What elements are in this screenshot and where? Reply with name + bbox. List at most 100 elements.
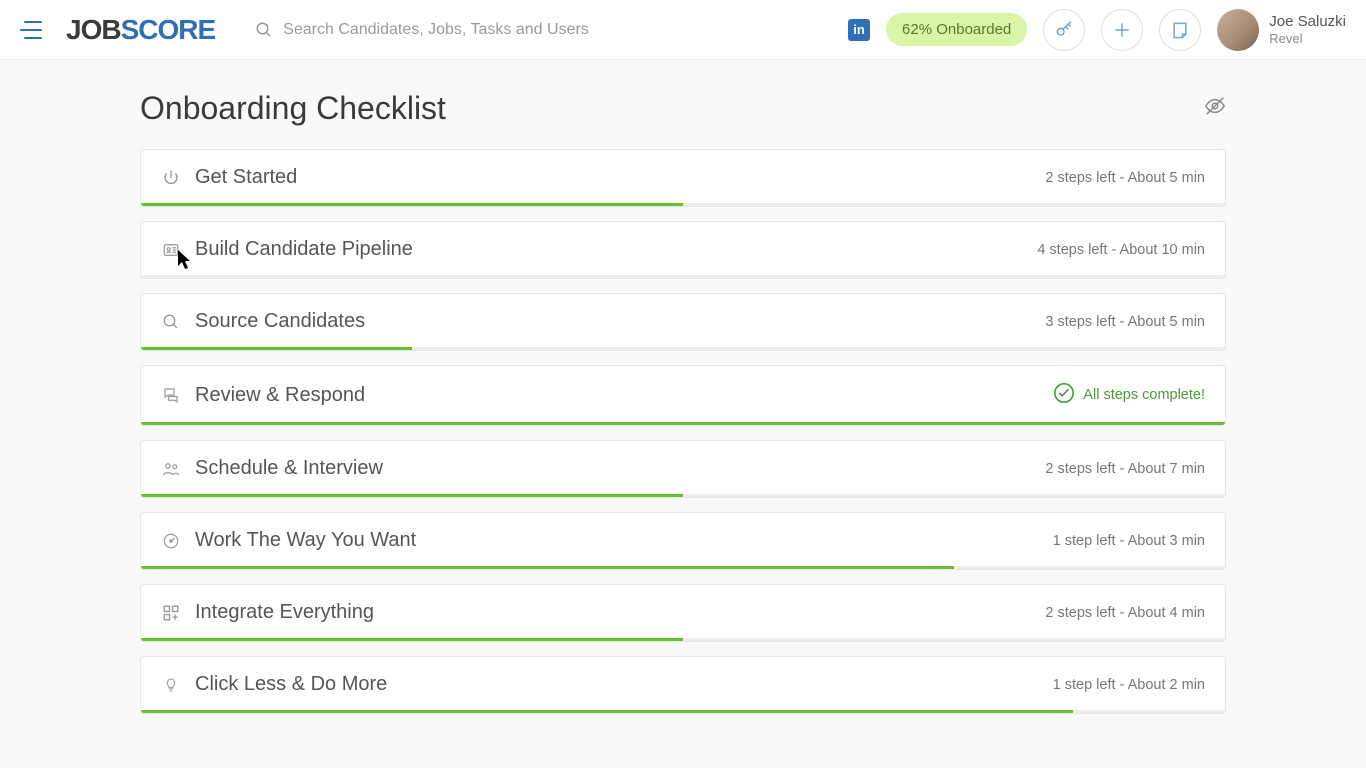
progress-fill bbox=[141, 494, 683, 497]
checklist: Get Started 2 steps left - About 5 min Bui… bbox=[140, 149, 1226, 714]
id-card-icon bbox=[161, 241, 181, 259]
progress-fill bbox=[141, 566, 954, 569]
checklist-item-title: Click Less & Do More bbox=[195, 673, 387, 696]
progress-track bbox=[141, 638, 1225, 641]
checklist-item-status-text: 4 steps left - About 10 min bbox=[1037, 242, 1205, 258]
progress-track bbox=[141, 710, 1225, 713]
user-text: Joe Saluzki Revel bbox=[1269, 13, 1346, 47]
add-button[interactable] bbox=[1101, 9, 1143, 51]
note-icon bbox=[1170, 20, 1190, 40]
progress-fill bbox=[141, 422, 1225, 425]
grid-icon bbox=[161, 604, 181, 622]
logo-text-b: SCORE bbox=[121, 14, 216, 45]
search-wrap bbox=[255, 21, 848, 39]
checklist-item-title: Work The Way You Want bbox=[195, 529, 416, 552]
checklist-item-title: Schedule & Interview bbox=[195, 457, 383, 480]
checklist-item-status-text: 3 steps left - About 5 min bbox=[1045, 314, 1205, 330]
checklist-item-left: Click Less & Do More bbox=[161, 673, 387, 696]
checklist-item[interactable]: Source Candidates 3 steps left - About 5 … bbox=[140, 293, 1226, 351]
checklist-item-left: Integrate Everything bbox=[161, 601, 374, 624]
checklist-item-title: Get Started bbox=[195, 166, 297, 189]
checklist-item-row: Get Started 2 steps left - About 5 min bbox=[141, 150, 1225, 203]
user-menu[interactable]: Joe Saluzki Revel bbox=[1217, 9, 1346, 51]
header-right: in 62% Onboarded Joe Saluzki Revel bbox=[848, 9, 1346, 51]
checklist-item-status: 2 steps left - About 5 min bbox=[1045, 170, 1205, 186]
visibility-toggle[interactable] bbox=[1204, 95, 1226, 122]
checklist-item-row: Schedule & Interview 2 steps left - About… bbox=[141, 441, 1225, 494]
checklist-item[interactable]: Work The Way You Want 1 step left - About… bbox=[140, 512, 1226, 570]
page-content: Onboarding Checklist Get Started 2 steps … bbox=[0, 60, 1366, 714]
checklist-item-status-text: 2 steps left - About 4 min bbox=[1045, 605, 1205, 621]
progress-track bbox=[141, 422, 1225, 425]
checklist-item-status-text: 1 step left - About 2 min bbox=[1053, 677, 1205, 693]
app-header: JOBSCORE in 62% Onboarded Joe Saluzki Re… bbox=[0, 0, 1366, 60]
checklist-item-status: 4 steps left - About 10 min bbox=[1037, 242, 1205, 258]
avatar bbox=[1217, 9, 1259, 51]
check-circle-icon bbox=[1053, 382, 1075, 408]
checklist-item-title: Review & Respond bbox=[195, 384, 365, 407]
progress-fill bbox=[141, 638, 683, 641]
checklist-item-title: Source Candidates bbox=[195, 310, 365, 333]
checklist-item-status: 3 steps left - About 5 min bbox=[1045, 314, 1205, 330]
checklist-item-row: Integrate Everything 2 steps left - About… bbox=[141, 585, 1225, 638]
checklist-item-left: Review & Respond bbox=[161, 384, 365, 407]
checklist-item-row: Work The Way You Want 1 step left - About… bbox=[141, 513, 1225, 566]
gauge-icon bbox=[161, 532, 181, 550]
checklist-item-title: Build Candidate Pipeline bbox=[195, 238, 413, 261]
power-icon bbox=[161, 169, 181, 187]
checklist-item-status-complete: All steps complete! bbox=[1053, 382, 1205, 408]
key-icon bbox=[1054, 20, 1074, 40]
checklist-item-row: Review & Respond All steps complete! bbox=[141, 366, 1225, 422]
key-button[interactable] bbox=[1043, 9, 1085, 51]
checklist-item-left: Build Candidate Pipeline bbox=[161, 238, 413, 261]
checklist-item-status: 2 steps left - About 7 min bbox=[1045, 461, 1205, 477]
checklist-item-row: Source Candidates 3 steps left - About 5 … bbox=[141, 294, 1225, 347]
progress-fill bbox=[141, 710, 1073, 713]
progress-fill bbox=[141, 203, 683, 206]
checklist-item[interactable]: Schedule & Interview 2 steps left - About… bbox=[140, 440, 1226, 498]
progress-track bbox=[141, 347, 1225, 350]
eye-off-icon bbox=[1204, 95, 1226, 117]
onboarding-progress-pill[interactable]: 62% Onboarded bbox=[886, 13, 1027, 46]
checklist-item[interactable]: Click Less & Do More 1 step left - About … bbox=[140, 656, 1226, 714]
checklist-item[interactable]: Review & Respond All steps complete! bbox=[140, 365, 1226, 426]
bulb-icon bbox=[161, 675, 181, 695]
checklist-item-status-text: 1 step left - About 3 min bbox=[1053, 533, 1205, 549]
progress-track bbox=[141, 494, 1225, 497]
plus-icon bbox=[1112, 20, 1132, 40]
search-input[interactable] bbox=[283, 21, 683, 39]
checklist-item-status-text: 2 steps left - About 5 min bbox=[1045, 170, 1205, 186]
progress-track bbox=[141, 275, 1225, 278]
checklist-item[interactable]: Build Candidate Pipeline 4 steps left - A… bbox=[140, 221, 1226, 279]
people-icon bbox=[161, 460, 181, 478]
checklist-item-left: Get Started bbox=[161, 166, 297, 189]
checklist-item-title: Integrate Everything bbox=[195, 601, 374, 624]
checklist-item-status: 2 steps left - About 4 min bbox=[1045, 605, 1205, 621]
checklist-item-row: Build Candidate Pipeline 4 steps left - A… bbox=[141, 222, 1225, 275]
search-icon bbox=[161, 313, 181, 331]
chat-icon bbox=[161, 386, 181, 404]
checklist-item-status: 1 step left - About 2 min bbox=[1053, 677, 1205, 693]
page-title-row: Onboarding Checklist bbox=[140, 90, 1226, 127]
checklist-item-status: 1 step left - About 3 min bbox=[1053, 533, 1205, 549]
checklist-item-left: Schedule & Interview bbox=[161, 457, 383, 480]
checklist-item[interactable]: Integrate Everything 2 steps left - About… bbox=[140, 584, 1226, 642]
checklist-item-left: Source Candidates bbox=[161, 310, 365, 333]
user-name: Joe Saluzki bbox=[1269, 13, 1346, 31]
note-button[interactable] bbox=[1159, 9, 1201, 51]
menu-icon[interactable] bbox=[20, 21, 42, 39]
logo-text-a: JOB bbox=[66, 14, 121, 45]
search-icon bbox=[255, 21, 273, 39]
checklist-item-status-text: 2 steps left - About 7 min bbox=[1045, 461, 1205, 477]
checklist-item-row: Click Less & Do More 1 step left - About … bbox=[141, 657, 1225, 710]
checklist-item-status-text: All steps complete! bbox=[1083, 387, 1205, 403]
progress-fill bbox=[141, 347, 412, 350]
progress-track bbox=[141, 566, 1225, 569]
checklist-item-left: Work The Way You Want bbox=[161, 529, 416, 552]
progress-track bbox=[141, 203, 1225, 206]
linkedin-icon[interactable]: in bbox=[848, 19, 870, 41]
user-subtitle: Revel bbox=[1269, 31, 1346, 47]
checklist-item[interactable]: Get Started 2 steps left - About 5 min bbox=[140, 149, 1226, 207]
page-title: Onboarding Checklist bbox=[140, 90, 446, 127]
logo[interactable]: JOBSCORE bbox=[66, 14, 215, 46]
